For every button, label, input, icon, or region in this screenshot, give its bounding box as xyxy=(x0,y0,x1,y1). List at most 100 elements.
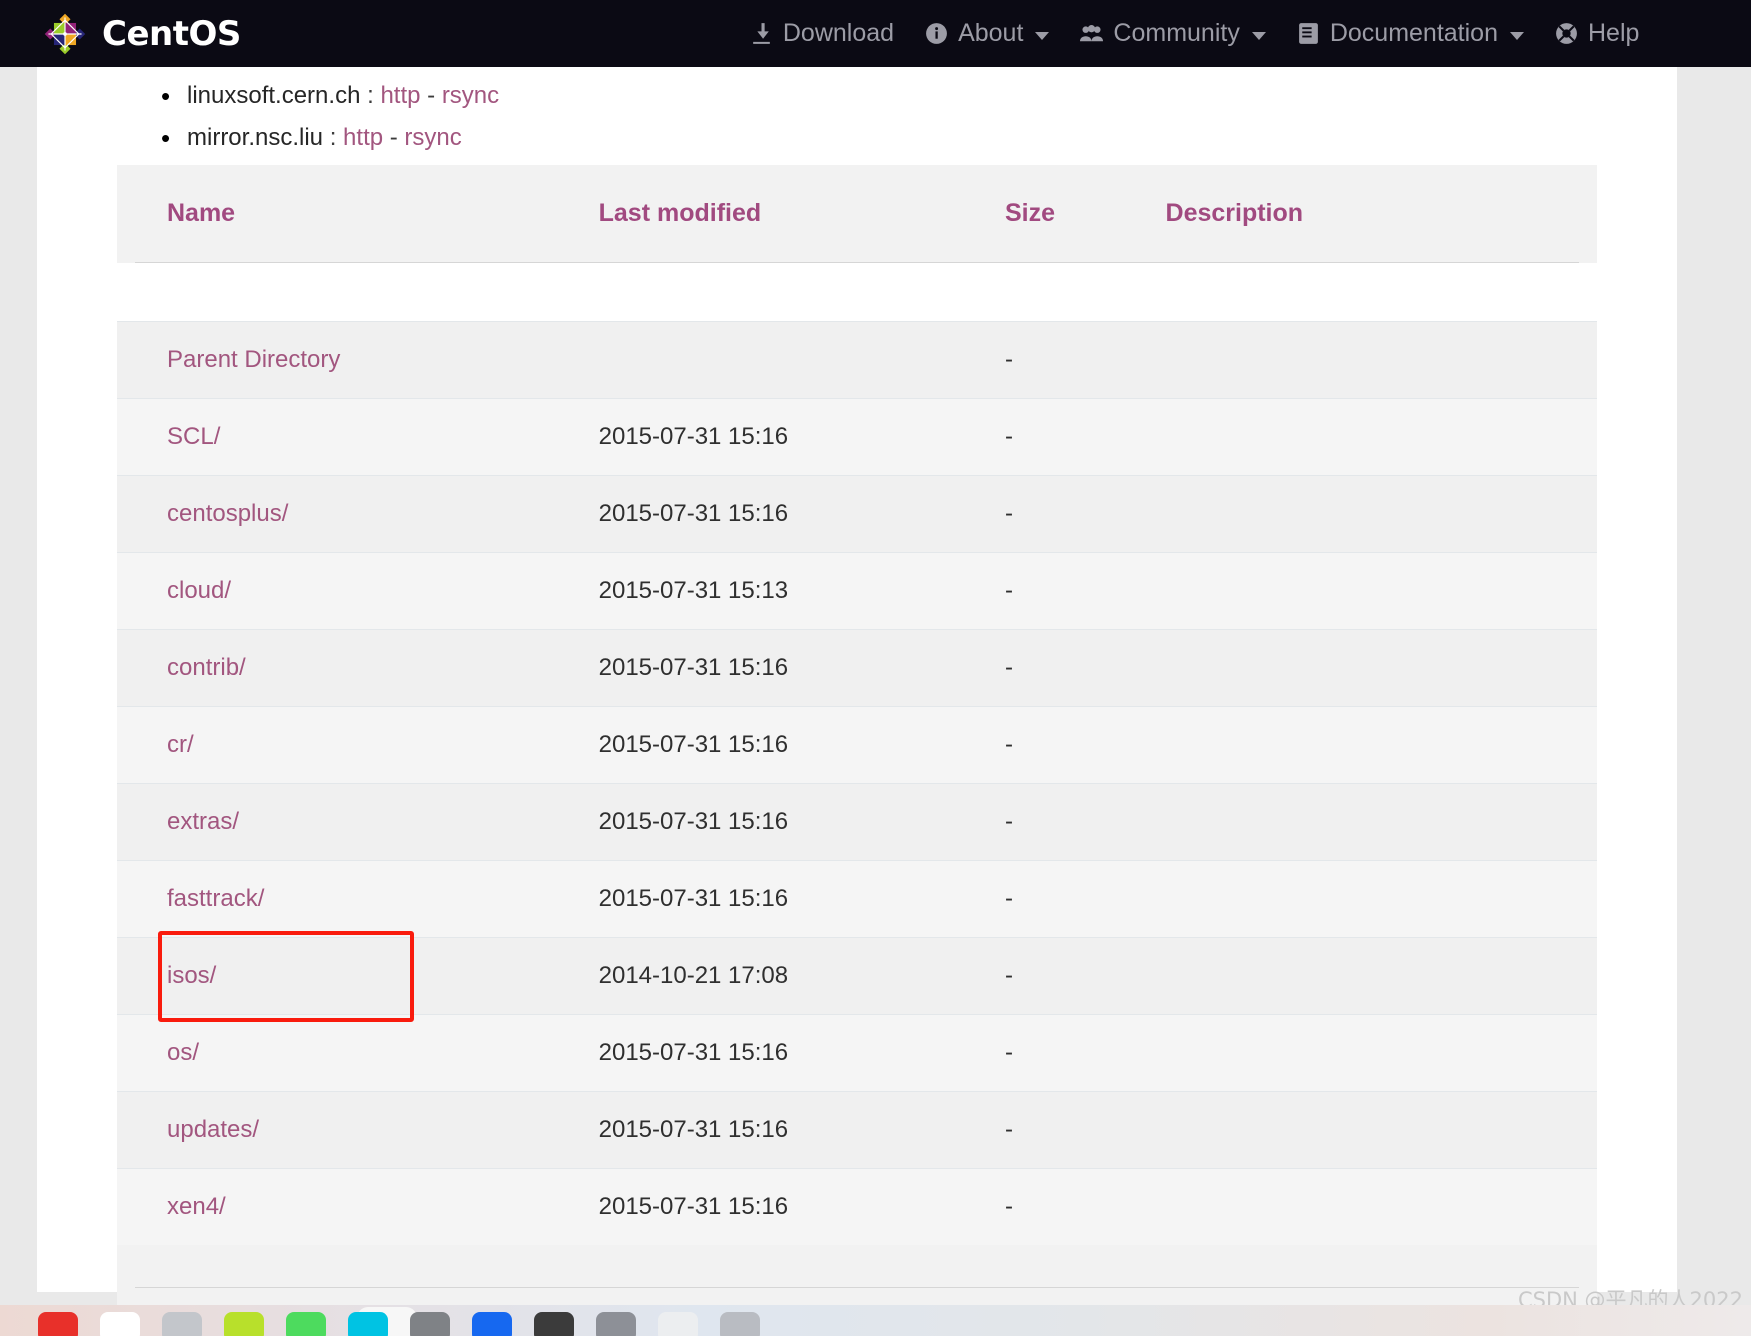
mirror-list-item: mirror.nsc.liu : http - rsync xyxy=(161,117,1677,159)
cell-description xyxy=(1165,1091,1597,1169)
nav-item-documentation[interactable]: Documentation xyxy=(1296,19,1524,48)
table-row[interactable]: Parent Directory - xyxy=(117,321,1597,399)
chevron-down-icon xyxy=(1509,32,1524,40)
file-link[interactable]: isos/ xyxy=(167,962,216,989)
cell-description xyxy=(1165,937,1597,1015)
taskbar-app-icon[interactable] xyxy=(658,1312,698,1336)
cell-size: - xyxy=(1004,398,1166,476)
cell-last-modified: 2015-07-31 15:16 xyxy=(598,1014,1005,1092)
file-link[interactable]: SCL/ xyxy=(167,423,220,450)
directory-index-table: Name Last modified Size Description xyxy=(117,165,1597,262)
cell-description xyxy=(1165,398,1597,476)
mirror-http-link[interactable]: http xyxy=(343,124,383,151)
taskbar-app-icon[interactable] xyxy=(596,1312,636,1336)
cell-last-modified: 2015-07-31 15:16 xyxy=(598,1091,1005,1169)
column-header-name[interactable]: Name xyxy=(117,165,599,262)
cell-last-modified: 2015-07-31 15:13 xyxy=(598,552,1005,630)
cell-size: - xyxy=(1004,706,1166,784)
directory-index-body: Parent Directory - SCL/2015-07-31 15:16- ce… xyxy=(117,321,1597,1245)
cell-description xyxy=(1165,1168,1597,1245)
file-link[interactable]: updates/ xyxy=(167,1116,259,1143)
centos-logo-icon xyxy=(42,11,88,57)
table-row[interactable]: extras/2015-07-31 15:16- xyxy=(117,783,1597,861)
desktop-background-left xyxy=(0,67,37,1336)
file-link[interactable]: xen4/ xyxy=(167,1193,226,1220)
mirror-list-item: linuxsoft.cern.ch : http - rsync xyxy=(161,75,1677,117)
chevron-down-icon xyxy=(1035,32,1050,40)
column-header-last-modified[interactable]: Last modified xyxy=(598,165,1005,262)
cell-size: - xyxy=(1004,1168,1166,1245)
file-link[interactable]: fasttrack/ xyxy=(167,885,264,912)
file-link[interactable]: os/ xyxy=(167,1039,199,1066)
column-header-size[interactable]: Size xyxy=(1004,165,1166,262)
cell-description xyxy=(1165,321,1597,399)
table-row[interactable]: cr/2015-07-31 15:16- xyxy=(117,706,1597,784)
table-row[interactable]: xen4/2015-07-31 15:16- xyxy=(117,1168,1597,1245)
file-link[interactable]: cloud/ xyxy=(167,577,231,604)
cell-last-modified: 2015-07-31 15:16 xyxy=(598,629,1005,707)
table-row[interactable]: centosplus/2015-07-31 15:16- xyxy=(117,475,1597,553)
nav-item-community[interactable]: Community xyxy=(1079,19,1266,48)
mirror-http-link[interactable]: http xyxy=(380,82,420,109)
cell-last-modified: 2015-07-31 15:16 xyxy=(598,1168,1005,1245)
cell-description xyxy=(1165,629,1597,707)
cell-size: - xyxy=(1004,937,1166,1015)
nav-item-about-label: About xyxy=(958,19,1024,47)
taskbar-app-icon[interactable] xyxy=(410,1312,450,1336)
cell-size: - xyxy=(1004,1014,1166,1092)
nav-item-about[interactable]: About xyxy=(924,19,1050,48)
footer-gap xyxy=(117,1245,1597,1287)
cell-description xyxy=(1165,783,1597,861)
taskbar-app-icon[interactable] xyxy=(224,1312,264,1336)
cell-last-modified: 2015-07-31 15:16 xyxy=(598,860,1005,938)
nav-item-download[interactable]: Download xyxy=(749,19,894,48)
os-taskbar[interactable] xyxy=(0,1305,1751,1336)
nav-item-help[interactable]: Help xyxy=(1554,19,1639,48)
cell-name: os/ xyxy=(117,1014,599,1092)
table-row[interactable]: updates/2015-07-31 15:16- xyxy=(117,1091,1597,1169)
brand-name: CentOS xyxy=(102,13,241,54)
cell-last-modified: 2014-10-21 17:08 xyxy=(598,937,1005,1015)
taskbar-app-icon[interactable] xyxy=(534,1312,574,1336)
taskbar-app-icon[interactable] xyxy=(720,1312,760,1336)
desktop-background-right xyxy=(1677,67,1751,1336)
lifering-icon xyxy=(1554,21,1579,46)
table-row[interactable]: isos/2014-10-21 17:08- xyxy=(117,937,1597,1015)
taskbar-app-icon[interactable] xyxy=(162,1312,202,1336)
cell-name: fasttrack/ xyxy=(117,860,599,938)
page-body: linuxsoft.cern.ch : http - rsync mirror.… xyxy=(0,67,1751,1336)
header-gap xyxy=(117,263,1597,321)
table-row[interactable]: contrib/2015-07-31 15:16- xyxy=(117,629,1597,707)
chevron-down-icon xyxy=(1251,32,1266,40)
table-row[interactable]: cloud/2015-07-31 15:13- xyxy=(117,552,1597,630)
file-link[interactable]: cr/ xyxy=(167,731,194,758)
cell-size: - xyxy=(1004,1091,1166,1169)
taskbar-app-icon[interactable] xyxy=(100,1312,140,1336)
brand-home-link[interactable]: CentOS xyxy=(42,11,241,57)
file-link[interactable]: extras/ xyxy=(167,808,239,835)
cell-description xyxy=(1165,1014,1597,1092)
file-link[interactable]: centosplus/ xyxy=(167,500,288,527)
taskbar-app-icon[interactable] xyxy=(348,1312,388,1336)
table-row[interactable]: os/2015-07-31 15:16- xyxy=(117,1014,1597,1092)
content-card: linuxsoft.cern.ch : http - rsync mirror.… xyxy=(37,67,1677,1318)
directory-index: Name Last modified Size Description Pare… xyxy=(117,165,1597,1318)
taskbar-app-icon[interactable] xyxy=(38,1312,78,1336)
column-header-description[interactable]: Description xyxy=(1165,165,1597,262)
taskbar-app-icon[interactable] xyxy=(472,1312,512,1336)
mirror-rsync-link[interactable]: rsync xyxy=(404,124,461,151)
cell-name: cr/ xyxy=(117,706,599,784)
info-circle-icon xyxy=(924,21,949,46)
cell-size: - xyxy=(1004,552,1166,630)
cell-name: Parent Directory xyxy=(117,321,599,399)
mirror-rsync-link[interactable]: rsync xyxy=(442,82,499,109)
cell-size: - xyxy=(1004,860,1166,938)
file-link[interactable]: contrib/ xyxy=(167,654,246,681)
taskbar-app-icon[interactable] xyxy=(286,1312,326,1336)
cell-name: SCL/ xyxy=(117,398,599,476)
table-row[interactable]: fasttrack/2015-07-31 15:16- xyxy=(117,860,1597,938)
table-row[interactable]: SCL/2015-07-31 15:16- xyxy=(117,398,1597,476)
cell-description xyxy=(1165,860,1597,938)
file-link[interactable]: Parent Directory xyxy=(167,346,340,373)
users-icon xyxy=(1079,21,1104,46)
